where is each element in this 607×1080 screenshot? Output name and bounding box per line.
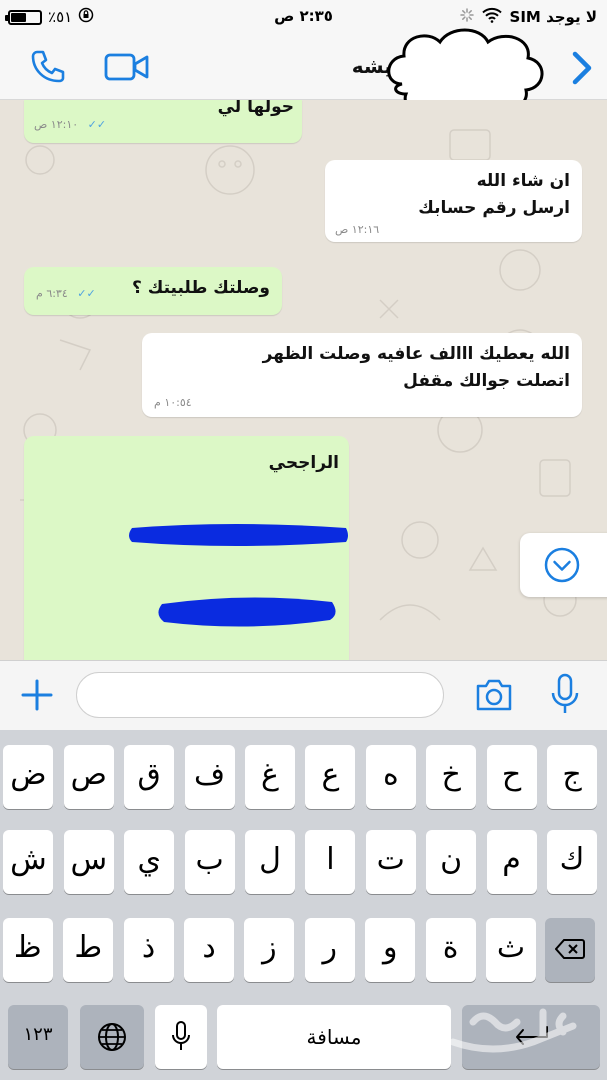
numbers-key[interactable]: ١٢٣ — [8, 1005, 68, 1069]
message-bubble-incoming[interactable]: الله يعطيك ااالف عافيه وصلت الظهر اتصلت … — [142, 333, 582, 417]
key-8[interactable]: ي — [124, 830, 175, 894]
key-8[interactable]: ط — [63, 918, 114, 982]
message-line: الله يعطيك ااالف عافيه وصلت الظهر — [262, 344, 570, 364]
message-bubble-outgoing[interactable]: حولها لي ✓✓ ١٢:١٠ ص — [24, 100, 302, 143]
backspace-icon — [554, 939, 585, 959]
message-line: اتصلت جوالك مقفل — [403, 371, 570, 391]
key-6[interactable]: د — [184, 918, 234, 982]
phone-call-icon[interactable] — [28, 46, 68, 90]
key-8[interactable]: ق — [124, 745, 175, 809]
key-2[interactable]: ة — [425, 918, 476, 982]
message-time: ١٢:١٦ ص — [335, 223, 380, 236]
key-2[interactable]: ح — [486, 745, 537, 809]
message-text: حولها لي — [217, 100, 294, 117]
dictation-key[interactable] — [155, 1005, 207, 1069]
camera-icon[interactable] — [474, 677, 514, 717]
keyboard: جحخهعغفقصض كمنتالبيسش ثةورزدذطظ ١٢٣ مساف… — [0, 730, 607, 1080]
key-1[interactable]: ج — [547, 745, 597, 809]
message-input-bar — [0, 660, 607, 730]
haraj-logo — [449, 1008, 577, 1053]
key-5[interactable]: ع — [305, 745, 356, 809]
key-4[interactable]: ت — [365, 830, 416, 894]
message-meta: ✓✓ ٦:٣٤ م — [36, 287, 100, 300]
key-7[interactable]: ذ — [123, 918, 174, 982]
message-time: ٦:٣٤ م — [36, 287, 68, 300]
chevron-down-circle-icon — [543, 546, 581, 588]
message-input[interactable] — [76, 672, 444, 718]
space-key[interactable]: مسافة — [217, 1005, 451, 1069]
globe-key[interactable] — [80, 1005, 144, 1069]
key-4[interactable]: ه — [365, 745, 416, 809]
message-text: الراجحي — [268, 453, 339, 473]
microphone-icon — [172, 1021, 190, 1050]
message-time: ١٠:٥٤ م — [154, 396, 192, 409]
key-9[interactable]: س — [63, 830, 114, 894]
message-bubble-outgoing[interactable]: وصلتك طلبيتك ؟ ✓✓ ٦:٣٤ م — [24, 267, 282, 315]
redaction-scribble — [158, 597, 336, 627]
key-3[interactable]: ن — [426, 830, 477, 894]
haraj-watermark — [443, 1002, 593, 1066]
key-2[interactable]: م — [486, 830, 537, 894]
chevron-right-icon[interactable] — [567, 50, 597, 90]
backspace-key[interactable] — [545, 918, 595, 982]
key-1[interactable]: ث — [486, 918, 536, 982]
key-10[interactable]: ش — [3, 830, 54, 894]
read-receipt-icon: ✓✓ — [77, 287, 100, 300]
message-meta: ✓✓ ١٢:١٠ ص — [34, 118, 111, 131]
microphone-icon[interactable] — [550, 673, 580, 721]
key-7[interactable]: ب — [184, 830, 235, 894]
redaction-scribble — [129, 524, 348, 546]
key-9[interactable]: ص — [63, 745, 114, 809]
key-5[interactable]: ا — [305, 830, 356, 894]
message-line: ان شاء الله — [476, 171, 570, 191]
globe-icon — [98, 1023, 126, 1051]
key-4[interactable]: ر — [304, 918, 355, 982]
scroll-to-bottom-button[interactable] — [520, 533, 607, 597]
read-receipt-icon: ✓✓ — [87, 118, 111, 131]
plus-icon[interactable] — [20, 678, 54, 716]
key-6[interactable]: ل — [245, 830, 295, 894]
key-7[interactable]: ف — [184, 745, 235, 809]
key-3[interactable]: خ — [426, 745, 477, 809]
key-6[interactable]: غ — [245, 745, 295, 809]
message-bubble-incoming[interactable]: ان شاء الله ارسل رقم حسابك ١٢:١٦ ص — [325, 160, 582, 242]
key-1[interactable]: ك — [547, 830, 597, 894]
message-time: ١٢:١٠ ص — [34, 118, 79, 131]
key-3[interactable]: و — [365, 918, 416, 982]
chat-area[interactable]: حولها لي ✓✓ ١٢:١٠ ص ان شاء الله ارسل رقم… — [0, 100, 607, 660]
key-9[interactable]: ظ — [2, 918, 53, 982]
video-call-icon[interactable] — [104, 52, 150, 86]
key-5[interactable]: ز — [244, 918, 295, 982]
message-line: ارسل رقم حسابك — [418, 198, 570, 218]
key-10[interactable]: ض — [3, 745, 54, 809]
message-bubble-outgoing[interactable]: الراجحي — [24, 436, 349, 660]
message-text: وصلتك طلبيتك ؟ — [131, 278, 270, 298]
